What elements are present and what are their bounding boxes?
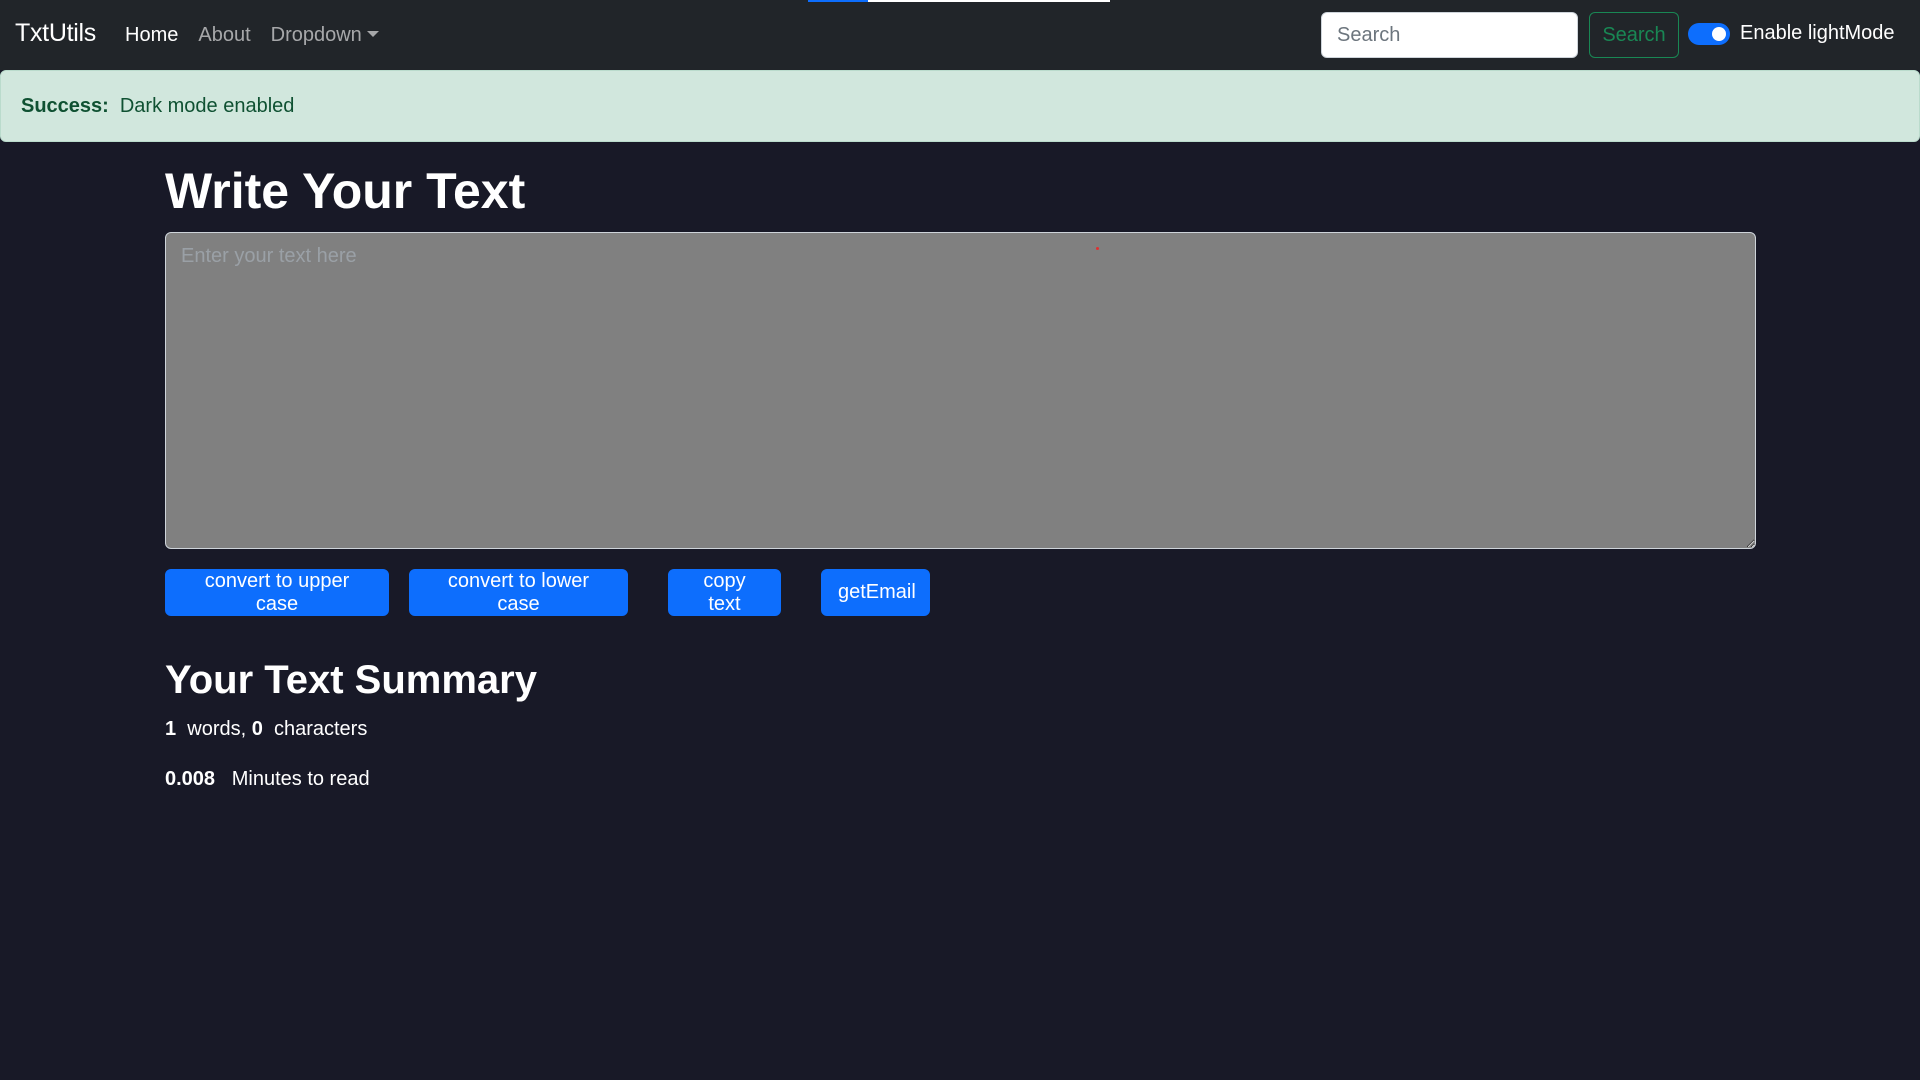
search-input[interactable] bbox=[1321, 12, 1578, 58]
red-dot-marker bbox=[1096, 247, 1099, 250]
caret-down-icon bbox=[366, 31, 379, 37]
copy-text-button[interactable]: copy text bbox=[668, 569, 781, 616]
navbar: TxtUtils Home About Dropdown Search Enab… bbox=[0, 0, 1920, 70]
toggle-switch[interactable] bbox=[1688, 22, 1730, 45]
reading-time: 0.008 Minutes to read bbox=[165, 768, 370, 791]
page-title: Write Your Text bbox=[165, 163, 526, 219]
toggle-knob bbox=[1712, 26, 1726, 41]
lower-case-button[interactable]: convert to lower case bbox=[409, 569, 628, 616]
characters-label: characters bbox=[273, 718, 368, 740]
nav-dropdown[interactable]: Dropdown bbox=[271, 24, 379, 47]
success-alert: Success: Dark mode enabled bbox=[0, 70, 1920, 142]
summary-heading: Your Text Summary bbox=[165, 658, 537, 702]
text-input-area[interactable] bbox=[165, 232, 1756, 549]
nav-link-home[interactable]: Home bbox=[125, 24, 178, 47]
nav-link-about[interactable]: About bbox=[198, 24, 250, 47]
word-char-count: 1 words, 0 characters bbox=[165, 718, 367, 741]
nav-links: Home About Dropdown bbox=[125, 24, 379, 47]
word-count: 1 bbox=[165, 718, 177, 740]
light-mode-switch: Enable lightMode bbox=[1688, 22, 1895, 45]
words-label: words, bbox=[187, 718, 247, 740]
minutes-value: 0.008 bbox=[165, 768, 216, 790]
toggle-label: Enable lightMode bbox=[1740, 22, 1895, 44]
progress-accent bbox=[808, 0, 1110, 2]
alert-message: Dark mode enabled bbox=[119, 94, 295, 117]
brand-logo-link[interactable]: TxtUtils bbox=[15, 19, 96, 48]
alert-title: Success: bbox=[21, 94, 109, 117]
search-button[interactable]: Search bbox=[1589, 12, 1679, 58]
get-email-button[interactable]: getEmail bbox=[821, 569, 930, 616]
upper-case-button[interactable]: convert to upper case bbox=[165, 569, 389, 616]
nav-dropdown-label: Dropdown bbox=[270, 24, 362, 46]
minutes-label: Minutes to read bbox=[231, 768, 370, 790]
char-count: 0 bbox=[251, 718, 263, 740]
